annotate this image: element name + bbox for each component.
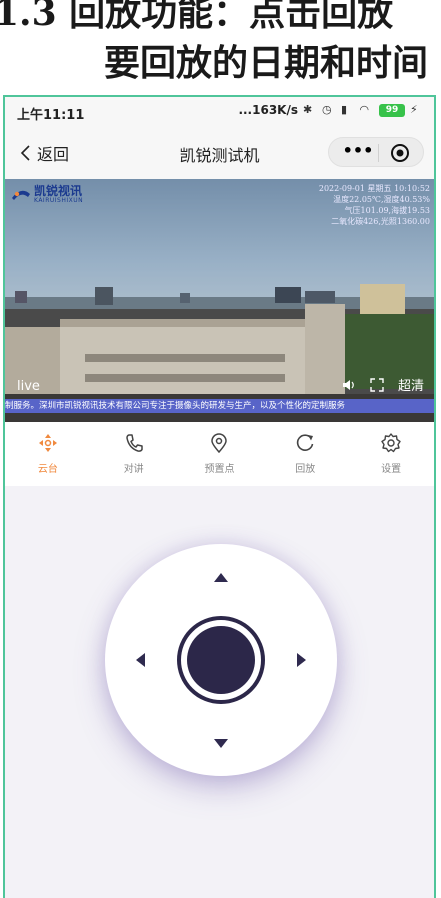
tab-settings[interactable]: 设置 [348, 422, 434, 486]
pan-left-button[interactable] [136, 653, 145, 667]
status-bar: 上午11:11 ...163K/s ✱ ◷ ▮ ◠ 99 ⚡ [5, 97, 434, 127]
nav-bar: 返回 凯锐测试机 ••• [5, 127, 434, 179]
ptz-icon [38, 434, 57, 452]
gear-icon [381, 433, 401, 453]
tab-label: 云台 [37, 464, 58, 475]
osd-line: 温度22.05℃,湿度40.53% [333, 195, 430, 204]
phone-icon [125, 434, 143, 452]
direction-pad [105, 544, 337, 776]
brand-name-en: KAIRUISHIXUN [34, 197, 84, 204]
status-icons: ...163K/s ✱ ◷ ▮ ◠ 99 ⚡ [238, 103, 424, 117]
ptz-control-panel [5, 486, 434, 898]
sensor-overlay: 2022-09-01 星期五 10:10:52 温度22.05℃,湿度40.53… [319, 183, 430, 227]
brand-logo: 凯锐视讯 KAIRUISHIXUN [11, 185, 83, 204]
more-button[interactable]: ••• [341, 142, 375, 162]
center-button-fill [187, 626, 255, 694]
replay-icon [297, 434, 314, 451]
net-speed: ...163K/s [238, 103, 298, 117]
charging-icon: ⚡ [410, 103, 418, 116]
document-heading: 1.3 回放功能：点击回放 要回放的日期和时间 [0, 0, 441, 92]
osd-line: 气压101.09,海拔19.53 [344, 206, 430, 215]
tab-preset[interactable]: 预置点 [177, 422, 263, 486]
tab-label: 回放 [295, 464, 316, 475]
tab-playback[interactable]: 回放 [262, 422, 348, 486]
video-player[interactable]: 凯锐视讯 KAIRUISHIXUN 2022-09-01 星期五 10:10:5… [5, 179, 434, 422]
pan-down-button[interactable] [214, 739, 228, 748]
ticker-banner: 制服务。深圳市凯锐视讯技术有限公司专注于摄像头的研发与生产，以及个性化的定制服务 [5, 399, 434, 413]
video-controls: 超清 [342, 375, 424, 394]
osd-line: 2022-09-01 星期五 10:10:52 [318, 184, 430, 193]
capsule-divider [378, 144, 379, 162]
bluetooth-icon: ✱ [303, 103, 313, 116]
tab-label: 设置 [381, 464, 402, 475]
wifi-icon: ◠ [360, 103, 369, 116]
tab-label: 预置点 [204, 464, 235, 475]
osd-line: 二氧化碳426,光照1360.00 [331, 217, 430, 226]
brand-name: 凯锐视讯 [34, 184, 83, 198]
ptz-center-button[interactable] [177, 616, 265, 704]
location-pin-icon [211, 433, 228, 454]
battery-icon: 99 [379, 103, 405, 117]
status-time: 上午11:11 [17, 108, 85, 123]
pan-right-button[interactable] [297, 653, 306, 667]
alarm-icon: ◷ [322, 103, 332, 116]
quality-button[interactable]: 超清 [398, 375, 424, 394]
fullscreen-icon[interactable] [370, 377, 384, 392]
tab-intercom[interactable]: 对讲 [91, 422, 177, 486]
phone-screen: 上午11:11 ...163K/s ✱ ◷ ▮ ◠ 99 ⚡ 返回 凯锐测试机 … [3, 95, 436, 898]
heading-line-1: 1.3 回放功能：点击回放 [0, 0, 394, 34]
signal-icon: ▮ [341, 103, 348, 116]
close-target-icon[interactable] [390, 143, 410, 163]
volume-icon[interactable] [342, 378, 356, 392]
live-label: live [17, 379, 40, 394]
brand-logo-icon [12, 190, 30, 200]
mini-program-capsule: ••• [328, 137, 424, 167]
tab-ptz[interactable]: 云台 [5, 422, 91, 486]
function-tabs: 云台 对讲 预置点 回放 设置 [5, 422, 434, 486]
heading-line-2: 要回放的日期和时间 [104, 42, 429, 84]
tab-label: 对讲 [123, 464, 144, 475]
pan-up-button[interactable] [214, 573, 228, 582]
